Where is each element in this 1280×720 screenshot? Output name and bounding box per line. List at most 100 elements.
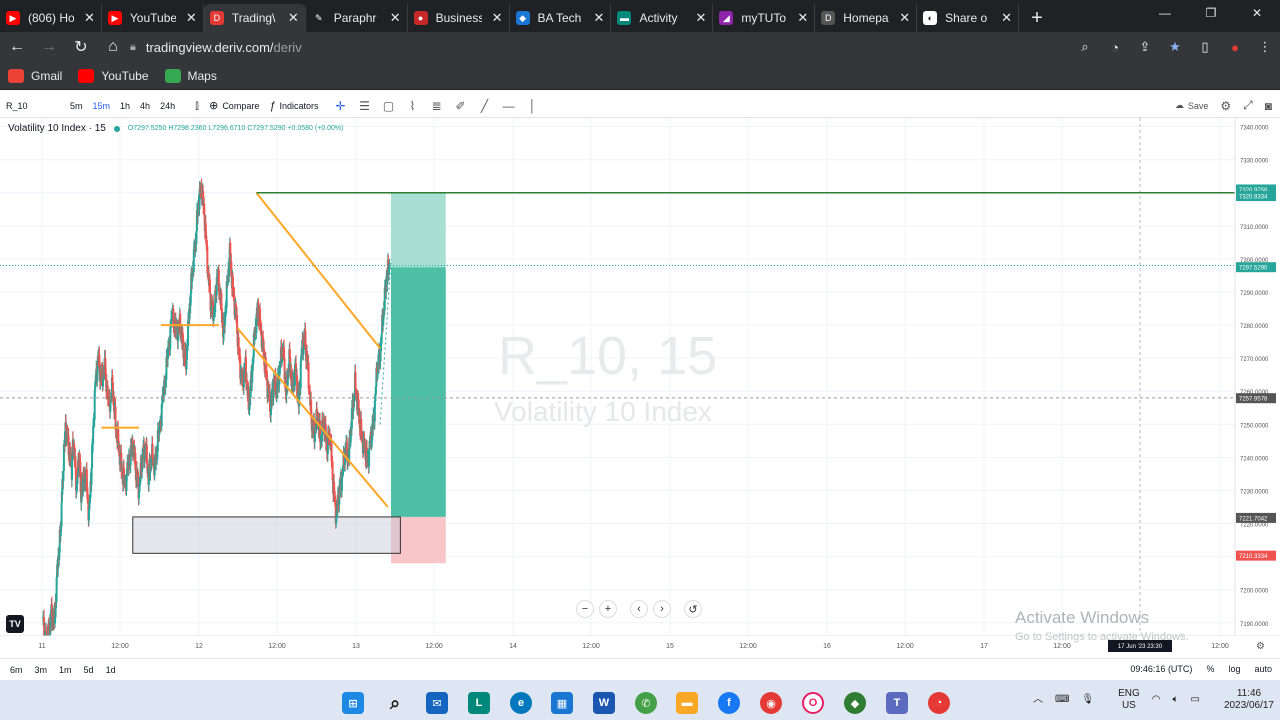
demand-zone-rect[interactable] xyxy=(132,516,401,554)
tab-close-icon[interactable]: ✕ xyxy=(1001,10,1012,26)
scroll-left-button[interactable]: ‹ xyxy=(630,600,648,618)
close-window-icon[interactable]: ✕ xyxy=(1234,0,1280,26)
tab-close-icon[interactable]: ✕ xyxy=(390,10,401,26)
side-panel-icon[interactable]: ▯ xyxy=(1190,39,1220,55)
extension-icon[interactable]: ◔ xyxy=(1100,40,1130,55)
clock[interactable]: 11:46 2023/06/17 xyxy=(1212,688,1274,712)
wifi-icon[interactable]: ◠ xyxy=(1152,694,1161,706)
browser-tab[interactable]: ▬ Activity ✕ xyxy=(611,4,714,32)
recorder-icon[interactable]: ◔ xyxy=(928,692,950,714)
share-icon[interactable]: ⇪ xyxy=(1130,39,1160,55)
store-icon[interactable]: ▦ xyxy=(551,692,573,714)
browser-tab[interactable]: ● Business ✕ xyxy=(408,4,510,32)
browser-tab[interactable]: D Homepa ✕ xyxy=(815,4,918,32)
windows-start-icon[interactable]: ⊞ xyxy=(342,692,364,714)
channel-tool-icon[interactable]: ≣ xyxy=(424,99,448,113)
cloud-icon[interactable]: ☁ xyxy=(1175,100,1184,111)
back-icon[interactable]: ← xyxy=(2,38,32,56)
interval-15m[interactable]: 15m xyxy=(93,101,111,111)
vertical-line-icon[interactable]: │ xyxy=(520,99,544,113)
bookmark-youtube[interactable]: YouTube xyxy=(78,68,149,83)
brush-tool-icon[interactable]: ✐ xyxy=(448,99,472,113)
profile-avatar[interactable]: ● xyxy=(1220,40,1250,55)
whatsapp-icon[interactable]: ✆ xyxy=(635,692,657,714)
facebook-icon[interactable]: f xyxy=(718,692,740,714)
mail-app-icon[interactable]: ✉ xyxy=(426,692,448,714)
browser-tab[interactable]: ◆ BA Tech ✕ xyxy=(510,4,612,32)
tab-close-icon[interactable]: ✕ xyxy=(288,10,299,26)
range-5d[interactable]: 5d xyxy=(84,665,94,675)
opera-icon[interactable]: O xyxy=(802,692,824,714)
crosshair-icon[interactable]: ✛ xyxy=(328,99,352,113)
home-icon[interactable]: ⌂ xyxy=(98,38,128,56)
tab-close-icon[interactable]: ✕ xyxy=(695,10,706,26)
tab-close-icon[interactable]: ✕ xyxy=(594,10,605,26)
l-app-icon[interactable]: L xyxy=(468,692,490,714)
browser-tab[interactable]: ◐ Share o ✕ xyxy=(917,4,1020,32)
camera-icon[interactable]: ◙ xyxy=(1265,99,1272,113)
bookmark-star-icon[interactable]: ★ xyxy=(1160,39,1190,55)
interval-5m[interactable]: 5m xyxy=(70,101,83,111)
edge-icon[interactable]: e xyxy=(510,692,532,714)
tab-close-icon[interactable]: ✕ xyxy=(899,10,910,26)
browser-tab[interactable]: ▶ (806) Ho ✕ xyxy=(0,4,102,32)
bookmark-gmail[interactable]: Gmail xyxy=(8,68,62,83)
chart-svg[interactable]: 7340.00007330.00007320.00007310.00007300… xyxy=(0,118,1280,658)
reload-icon[interactable]: ↻ xyxy=(66,37,96,57)
zoom-out-button[interactable]: − xyxy=(576,600,594,618)
fullscreen-icon[interactable]: ⤢ xyxy=(1243,98,1253,113)
compare-button[interactable]: ⊕ Compare xyxy=(209,99,259,112)
horizontal-line-icon[interactable]: — xyxy=(496,99,520,113)
file-explorer-icon[interactable]: ▬ xyxy=(676,692,698,714)
taskbar-search-icon[interactable]: ⌕ xyxy=(384,692,406,714)
zoom-in-button[interactable]: + xyxy=(599,600,617,618)
chrome-icon[interactable]: ◉ xyxy=(760,692,782,714)
scroll-right-button[interactable]: › xyxy=(653,600,671,618)
axis-settings-icon[interactable]: ⚙ xyxy=(1256,641,1265,652)
restore-icon[interactable]: ❐ xyxy=(1188,0,1234,26)
interval-4h[interactable]: 4h xyxy=(140,101,150,111)
rectangle-tool-icon[interactable]: ▢ xyxy=(376,99,400,113)
teams-icon[interactable]: T xyxy=(886,692,908,714)
price-chart[interactable]: 7340.00007330.00007320.00007310.00007300… xyxy=(0,118,1280,658)
browser-tab[interactable]: ▶ YouTube ✕ xyxy=(102,4,204,32)
volume-icon[interactable]: 🔈︎ xyxy=(1172,694,1178,706)
tray-chevron-icon[interactable]: ︿ xyxy=(1033,694,1043,706)
new-tab-button[interactable]: + xyxy=(1031,4,1043,32)
language-indicator[interactable]: ENG US xyxy=(1106,688,1140,712)
reset-chart-button[interactable]: ↺ xyxy=(684,600,702,618)
tab-close-icon[interactable]: ✕ xyxy=(186,10,197,26)
search-icon[interactable]: ⌕ xyxy=(1070,39,1100,55)
save-button[interactable]: Save xyxy=(1188,101,1209,111)
mic-icon[interactable]: 🎙︎ xyxy=(1081,694,1094,706)
range-1m[interactable]: 1m xyxy=(59,665,72,675)
menu-icon[interactable]: ⋮ xyxy=(1250,39,1280,55)
tab-close-icon[interactable]: ✕ xyxy=(797,10,808,26)
candle-style-icon[interactable]: ⫾ xyxy=(185,98,209,113)
tab-close-icon[interactable]: ✕ xyxy=(84,10,95,26)
range-3m[interactable]: 3m xyxy=(35,665,48,675)
settings-gear-icon[interactable]: ⚙ xyxy=(1220,99,1231,113)
battery-icon[interactable]: ▭ xyxy=(1190,694,1199,706)
pattern-tool-icon[interactable]: ⌇ xyxy=(400,99,424,113)
tab-close-icon[interactable]: ✕ xyxy=(492,10,503,26)
fib-icon[interactable]: ☰ xyxy=(352,99,376,113)
interval-1h[interactable]: 1h xyxy=(120,101,130,111)
range-1d[interactable]: 1d xyxy=(106,665,116,675)
percent-toggle[interactable]: % xyxy=(1206,664,1214,674)
browser-tab[interactable]: D Trading\ ✕ xyxy=(203,4,306,32)
auto-toggle[interactable]: auto xyxy=(1254,664,1272,674)
interval-24h[interactable]: 24h xyxy=(160,101,175,111)
trendline-tool-icon[interactable]: ╱ xyxy=(472,99,496,113)
channel-lower-line[interactable] xyxy=(236,327,389,508)
browser-tab[interactable]: ✎ Paraphr ✕ xyxy=(306,4,408,32)
indicators-button[interactable]: ƒ Indicators xyxy=(269,100,318,112)
symbol-search[interactable]: R_10 xyxy=(6,101,56,111)
forward-icon[interactable]: → xyxy=(34,38,64,56)
word-icon[interactable]: W xyxy=(593,692,615,714)
range-6m[interactable]: 6m xyxy=(10,665,23,675)
url-omnibox[interactable]: 🔒︎ tradingview.deriv.com/ deriv xyxy=(130,34,1070,60)
game-app-icon[interactable]: ◆ xyxy=(844,692,866,714)
bookmark-maps[interactable]: Maps xyxy=(164,68,217,83)
keyboard-icon[interactable]: ⌨ xyxy=(1055,694,1069,706)
